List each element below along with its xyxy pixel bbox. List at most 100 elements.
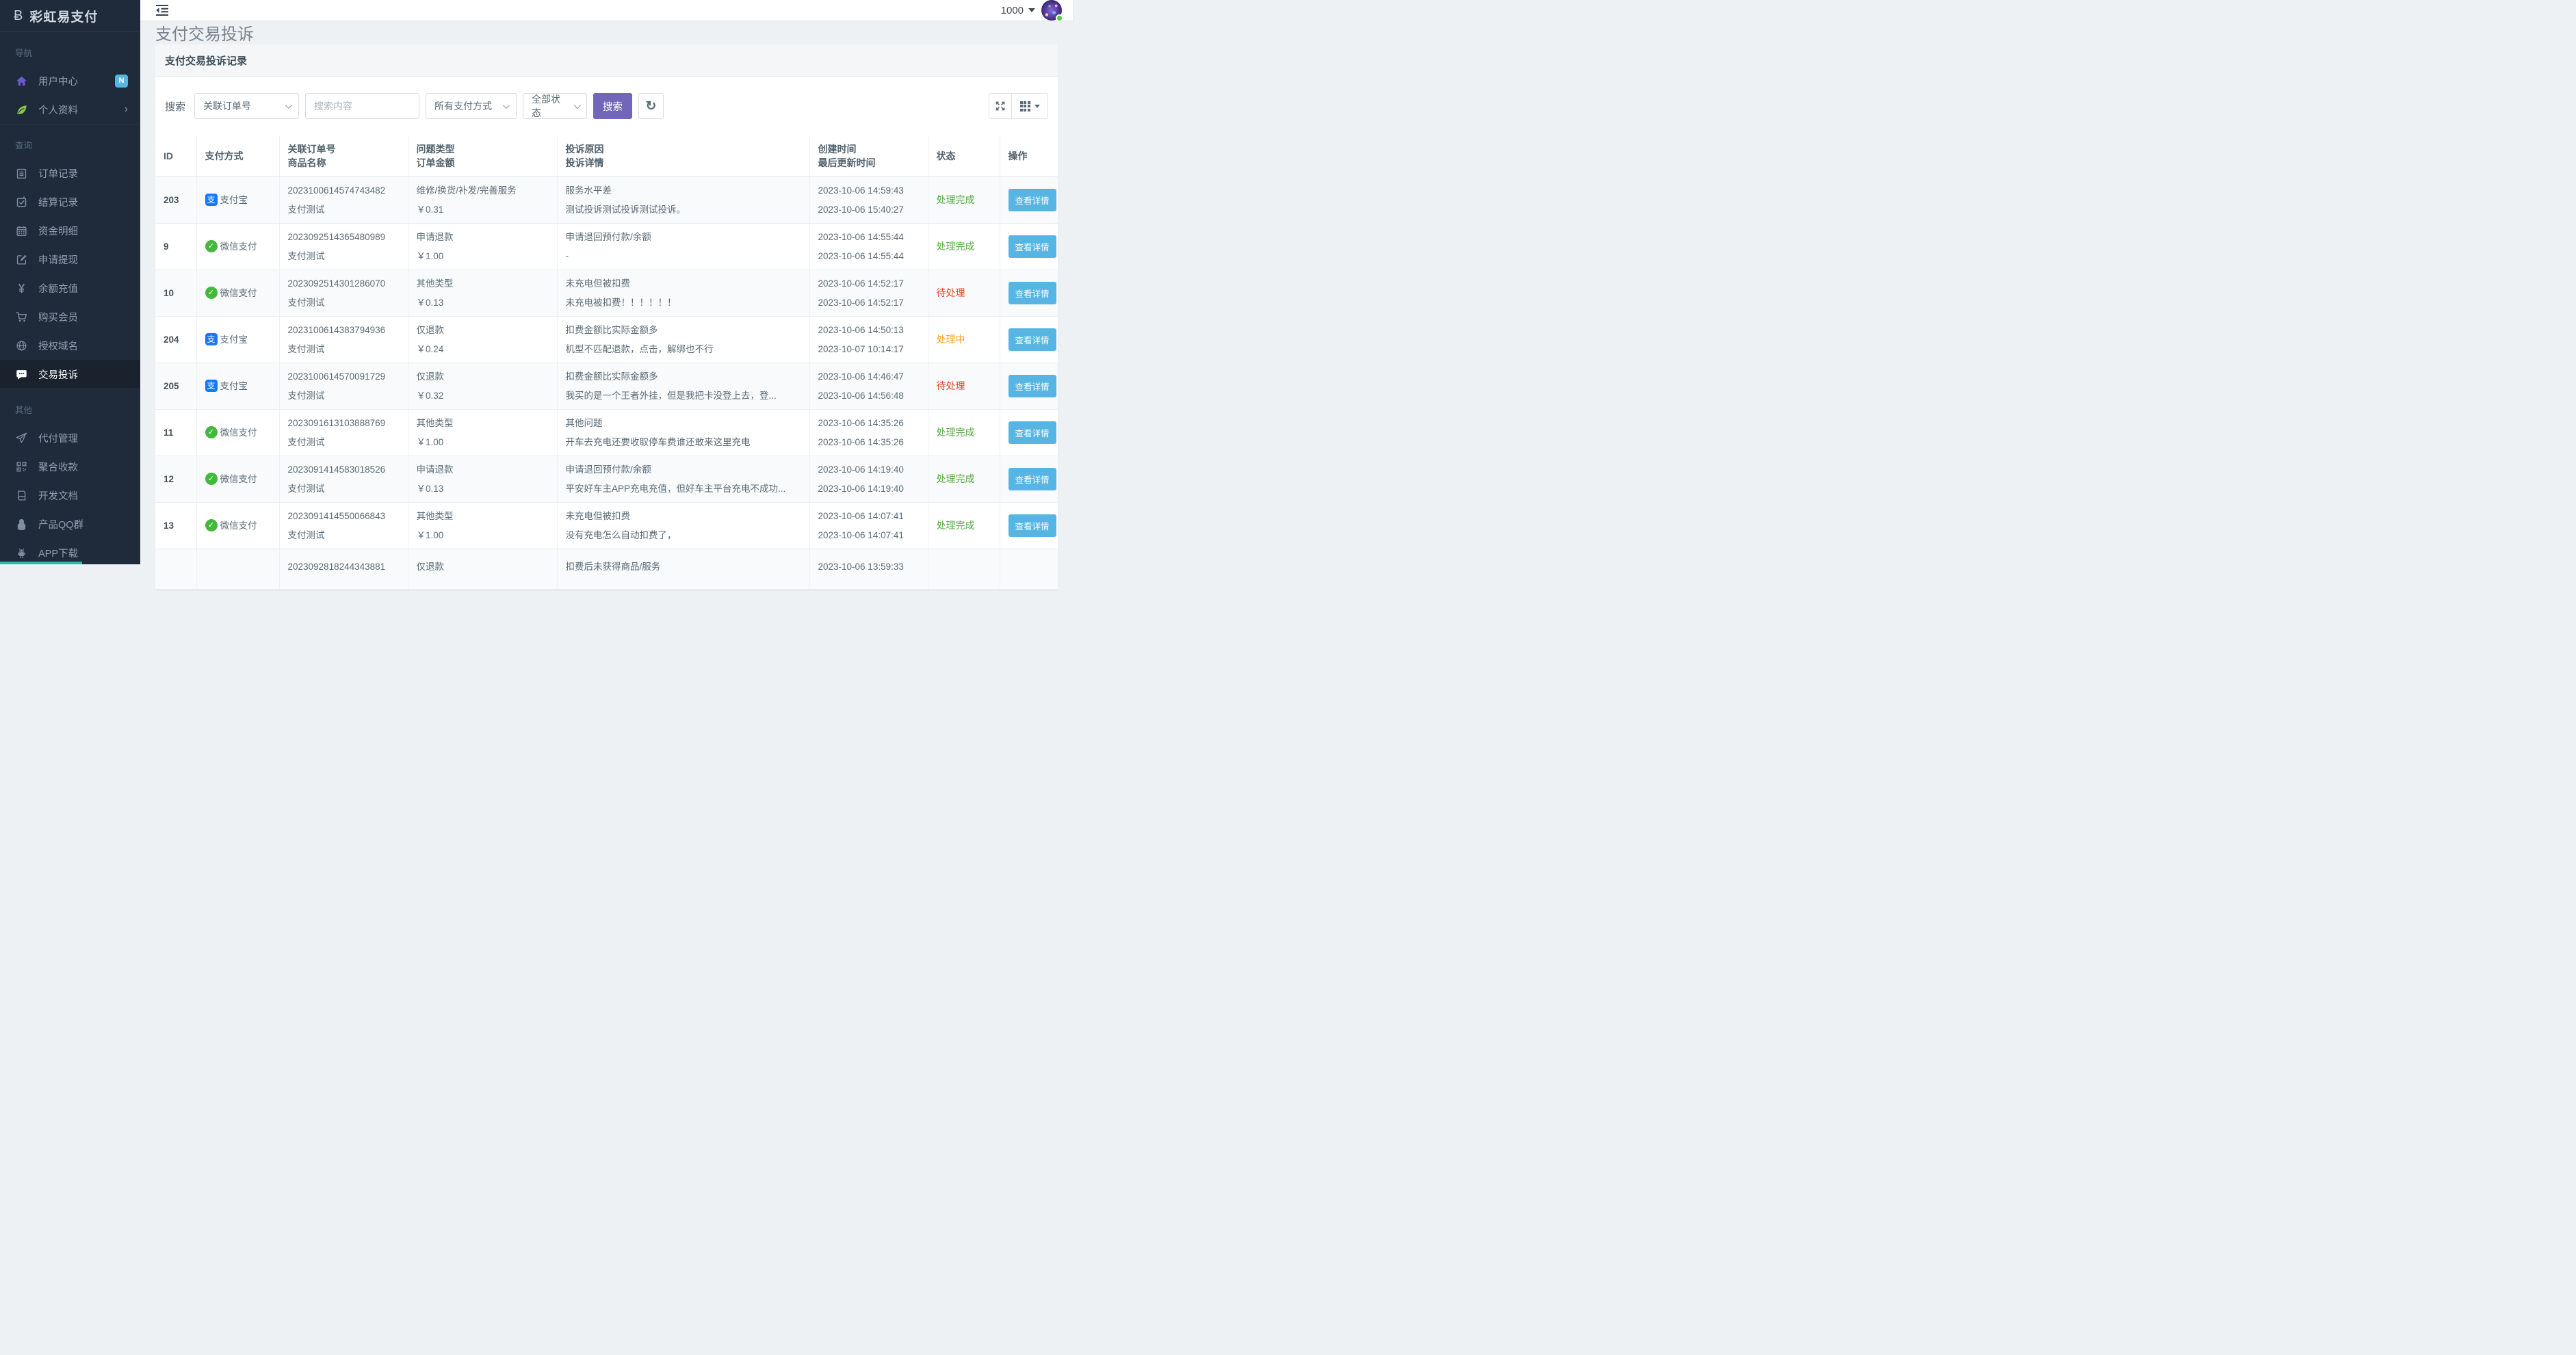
sidebar-item-aggregate-collection[interactable]: 聚合收款 <box>0 452 140 481</box>
balance-value: 1000 <box>1001 5 1024 16</box>
time-cell: 2023-10-06 14:52:172023-10-06 14:52:17 <box>809 269 928 316</box>
type-amount-cell: 仅退款￥0.24 <box>408 316 557 363</box>
view-detail-button[interactable]: 查看详情 <box>1009 235 1056 258</box>
status-cell <box>928 549 1000 590</box>
reason-cell: 未充电但被扣费没有充电怎么自动扣费了， <box>557 502 809 549</box>
row-id: 204 <box>155 316 196 363</box>
cart-icon <box>15 311 28 323</box>
sidebar-item-fund-details[interactable]: 资金明细 <box>0 216 140 245</box>
view-detail-button[interactable]: 查看详情 <box>1009 375 1056 397</box>
sidebar-item-recharge[interactable]: 余额充值 <box>0 274 140 302</box>
table-row: 10✓微信支付2023092514301286070支付测试其他类型￥0.13未… <box>155 269 1058 316</box>
col-status: 状态 <box>928 136 1000 176</box>
type-amount-cell: 其他类型￥0.13 <box>408 269 557 316</box>
fullscreen-button[interactable] <box>989 93 1012 119</box>
sidebar-item-label: 授权域名 <box>38 339 128 353</box>
alipay-icon: 支 <box>205 380 218 392</box>
sidebar-item-label: 交易投诉 <box>38 367 128 382</box>
card-header: 支付交易投诉记录 <box>155 44 1058 77</box>
col-pay-method: 支付方式 <box>196 136 279 176</box>
pay-method-select[interactable]: 所有支付方式 <box>426 93 517 119</box>
chevron-down-icon <box>503 102 510 109</box>
sidebar-item-payout-management[interactable]: 代付管理 <box>0 423 140 452</box>
wechat-icon: ✓ <box>205 426 218 438</box>
action-cell: 查看详情 <box>1000 223 1058 269</box>
sidebar-item-product-qq-group[interactable]: 产品QQ群 <box>0 510 140 538</box>
sidebar-item-label: 聚合收款 <box>38 460 128 474</box>
pay-method-value: 所有支付方式 <box>434 99 492 113</box>
view-detail-button[interactable]: 查看详情 <box>1009 468 1056 490</box>
status-cell: 处理完成 <box>928 223 1000 269</box>
sidebar-item-dev-docs[interactable]: 开发文档 <box>0 481 140 510</box>
reason-cell: 其他问题开车去充电还要收取停车费谁还敢来这里充电 <box>557 409 809 456</box>
order-cell: 2023091414550066843支付测试 <box>279 502 408 549</box>
avatar[interactable] <box>1041 0 1062 21</box>
sidebar-item-label: APP下载 <box>38 546 128 560</box>
order-cell: 2023100614574743482支付测试 <box>279 176 408 223</box>
col-reason: 投诉原因投诉详情 <box>557 136 809 176</box>
chevron-down-icon <box>285 102 292 109</box>
table-row: 205支支付宝2023100614570091729支付测试仅退款￥0.32扣费… <box>155 363 1058 409</box>
sidebar-item-profile[interactable]: 个人资料 › <box>0 95 140 124</box>
sidebar-item-label: 余额充值 <box>38 281 128 295</box>
search-button[interactable]: 搜索 <box>593 93 632 119</box>
view-detail-button[interactable]: 查看详情 <box>1009 328 1056 351</box>
reason-cell: 申请退回预付款/余额平安好车主APP充电充值，但好车主平台充电不成功... <box>557 456 809 502</box>
caret-down-icon <box>1035 105 1040 108</box>
topbar: 1000 <box>140 0 1073 21</box>
table-row: 203支支付宝2023100614574743482支付测试维修/换货/补发/完… <box>155 176 1058 223</box>
time-cell: 2023-10-06 13:59:33 <box>809 549 928 590</box>
sidebar-item-withdraw[interactable]: 申请提现 <box>0 245 140 274</box>
sidebar-item-order-records[interactable]: 订单记录 <box>0 159 140 187</box>
reason-cell: 未充电但被扣费未充电被扣费！！！！！！ <box>557 269 809 316</box>
row-id: 13 <box>155 502 196 549</box>
order-cell: 2023092818244343881 <box>279 549 408 590</box>
sidebar-section-other: 其他 <box>0 389 140 423</box>
sidebar-scroll-indicator <box>0 562 82 564</box>
type-amount-cell: 申请退款￥1.00 <box>408 223 557 269</box>
action-cell: 查看详情 <box>1000 363 1058 409</box>
sidebar-item-user-center[interactable]: 用户中心 N <box>0 66 140 95</box>
chevron-down-icon <box>573 102 580 109</box>
sidebar-item-label: 代付管理 <box>38 431 128 445</box>
reason-cell: 扣费金额比实际金额多机型不匹配退款，点击，解绑也不行 <box>557 316 809 363</box>
search-field-select[interactable]: 关联订单号 <box>194 93 299 119</box>
search-toolbar: 搜索 关联订单号 所有支付方式 全部状态 搜索 ↻ <box>155 77 1058 136</box>
pay-method-cell: 支支付宝 <box>196 363 279 409</box>
type-amount-cell: 仅退款￥0.32 <box>408 363 557 409</box>
time-cell: 2023-10-06 14:19:402023-10-06 14:19:40 <box>809 456 928 502</box>
col-time: 创建时间最后更新时间 <box>809 136 928 176</box>
android-icon <box>15 547 28 559</box>
table-tools <box>989 93 1048 119</box>
sidebar-item-transaction-complaints[interactable]: 交易投诉 <box>0 360 140 389</box>
sidebar-item-app-download[interactable]: APP下载 <box>0 538 140 564</box>
view-detail-button[interactable]: 查看详情 <box>1009 282 1056 304</box>
wechat-icon: ✓ <box>205 240 218 252</box>
refresh-button[interactable]: ↻ <box>638 93 664 119</box>
sidebar-item-buy-membership[interactable]: 购买会员 <box>0 302 140 331</box>
view-detail-button[interactable]: 查看详情 <box>1009 421 1056 444</box>
sidebar-item-authorized-domains[interactable]: 授权域名 <box>0 331 140 360</box>
search-field-value: 关联订单号 <box>203 99 251 113</box>
sidebar-item-label: 资金明细 <box>38 224 128 238</box>
status-select[interactable]: 全部状态 <box>523 93 587 119</box>
sidebar-collapse-icon[interactable] <box>155 4 169 16</box>
alipay-icon: 支 <box>205 194 218 206</box>
view-detail-button[interactable]: 查看详情 <box>1009 189 1056 211</box>
search-input[interactable] <box>305 93 419 119</box>
action-cell <box>1000 549 1058 590</box>
status-cell: 处理完成 <box>928 456 1000 502</box>
columns-button[interactable] <box>1012 93 1048 119</box>
view-detail-button[interactable]: 查看详情 <box>1009 514 1056 537</box>
section-label: 查询 <box>15 141 32 150</box>
type-amount-cell: 申请退款￥0.13 <box>408 456 557 502</box>
edit-square-icon <box>15 254 28 265</box>
sidebar-item-label: 申请提现 <box>38 252 128 267</box>
balance-dropdown[interactable]: 1000 <box>1001 5 1035 16</box>
alipay-icon: 支 <box>205 333 218 345</box>
fullscreen-icon <box>995 101 1006 111</box>
time-cell: 2023-10-06 14:55:442023-10-06 14:55:44 <box>809 223 928 269</box>
pay-method-cell: ✓微信支付 <box>196 223 279 269</box>
sidebar-item-settlement-records[interactable]: 结算记录 <box>0 187 140 216</box>
pay-method-cell: 支支付宝 <box>196 316 279 363</box>
